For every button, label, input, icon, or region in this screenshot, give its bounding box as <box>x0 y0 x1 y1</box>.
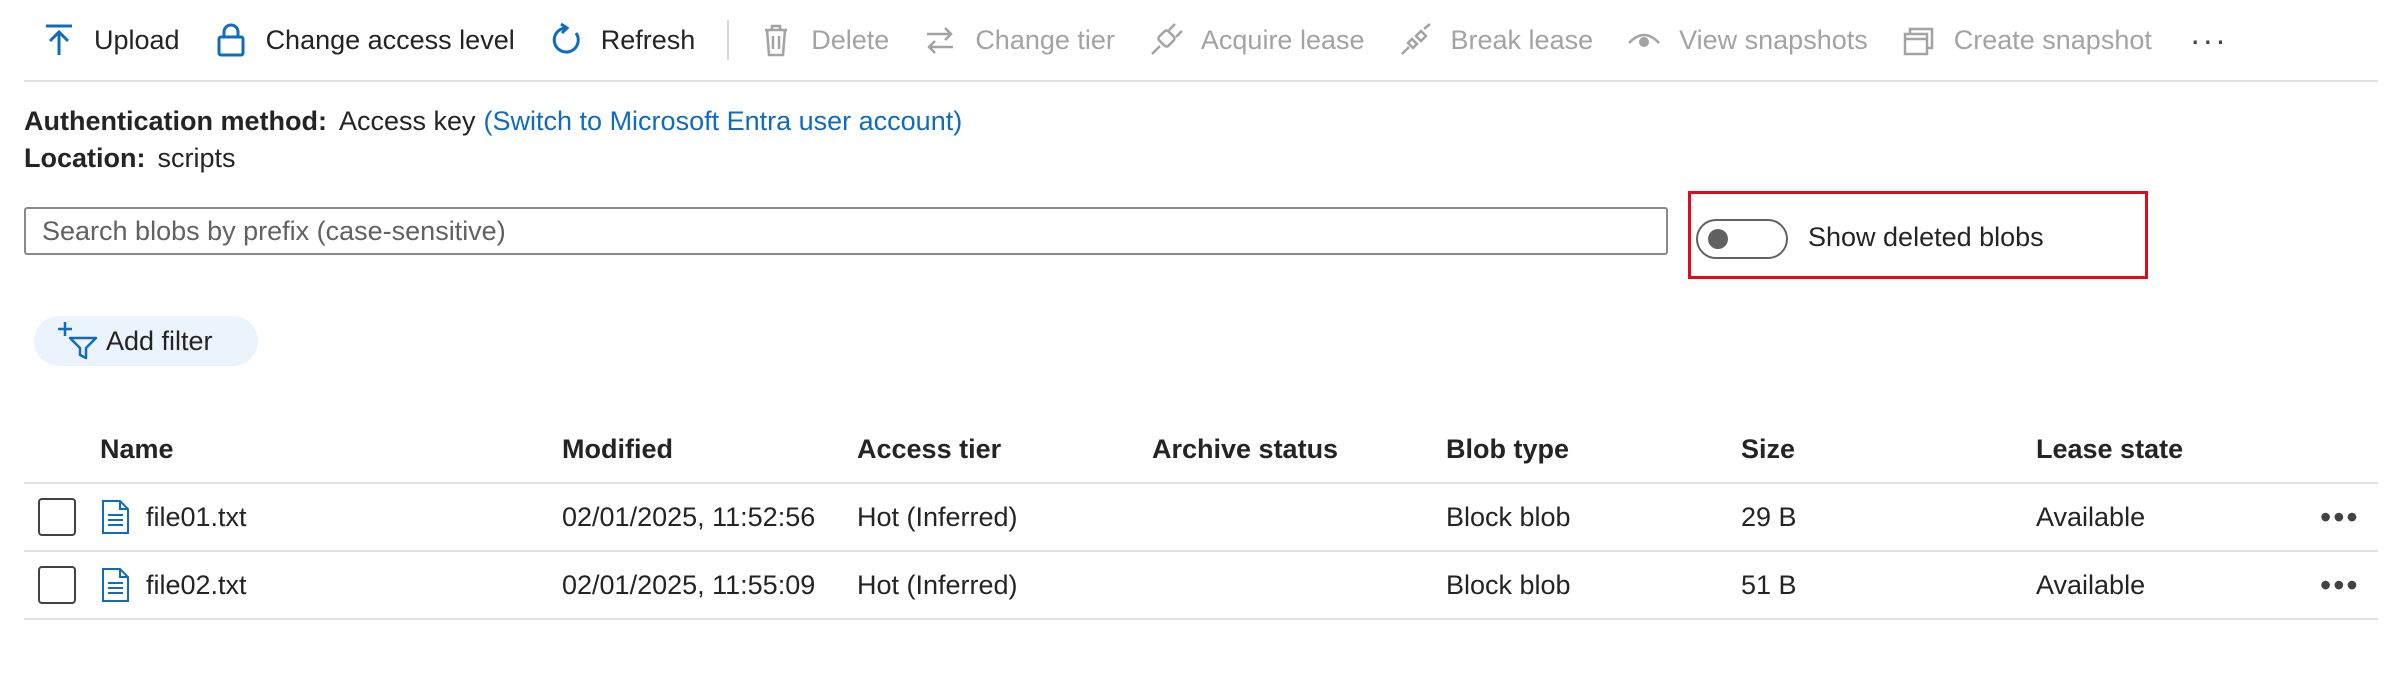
refresh-button[interactable]: Refresh <box>533 10 714 70</box>
toolbar-divider <box>727 20 730 60</box>
auth-method-value: Access key <box>338 106 476 136</box>
blob-type: Block blob <box>1446 569 1571 600</box>
table-row[interactable]: file02.txt 02/01/2025, 11:55:09 Hot (Inf… <box>24 552 2378 620</box>
location-line: Location: scripts <box>24 143 236 174</box>
row-more-actions-button[interactable]: ••• <box>2320 484 2360 550</box>
change-access-level-button[interactable]: Change access level <box>198 10 533 70</box>
create-snapshot-label: Create snapshot <box>1953 24 2152 55</box>
location-label: Location: <box>24 143 146 173</box>
delete-label: Delete <box>811 24 890 55</box>
upload-button[interactable]: Upload <box>24 10 198 70</box>
blob-name[interactable]: file01.txt <box>146 502 247 533</box>
change-access-level-label: Change access level <box>265 24 515 55</box>
blob-access-tier: Hot (Inferred) <box>857 501 1018 532</box>
add-filter-icon <box>58 322 98 360</box>
blob-type: Block blob <box>1446 501 1571 532</box>
show-deleted-blobs-label: Show deleted blobs <box>1808 222 2044 252</box>
blob-lease-state: Available <box>2036 569 2146 600</box>
create-snapshot-button[interactable]: Create snapshot <box>1886 10 2170 70</box>
unplug-icon <box>1397 21 1435 59</box>
snapshot-icon <box>1900 21 1938 59</box>
blob-table: Name Modified Access tier Archive status… <box>24 416 2378 620</box>
blob-modified: 02/01/2025, 11:55:09 <box>562 569 816 600</box>
break-lease-button[interactable]: Break lease <box>1383 10 1612 70</box>
toggle-knob <box>1708 229 1728 249</box>
table-row[interactable]: file01.txt 02/01/2025, 11:52:56 Hot (Inf… <box>24 484 2378 552</box>
blob-size: 29 B <box>1741 501 1797 532</box>
command-bar: Upload Change access level Refresh Delet… <box>24 0 2378 82</box>
plug-icon <box>1147 21 1185 59</box>
eye-icon <box>1625 21 1663 59</box>
text-file-icon <box>100 499 130 535</box>
swap-arrows-icon <box>921 21 959 59</box>
column-header-modified[interactable]: Modified <box>562 416 673 482</box>
lock-icon <box>212 21 250 59</box>
upload-icon <box>40 21 78 59</box>
column-header-access-tier[interactable]: Access tier <box>857 416 1001 482</box>
acquire-lease-button[interactable]: Acquire lease <box>1133 10 1383 70</box>
view-snapshots-button[interactable]: View snapshots <box>1611 10 1886 70</box>
trash-icon <box>757 21 795 59</box>
column-header-name[interactable]: Name <box>100 416 174 482</box>
break-lease-label: Break lease <box>1450 24 1594 55</box>
auth-method-line: Authentication method: Access key (Switch … <box>24 106 962 137</box>
row-checkbox[interactable] <box>38 498 76 536</box>
search-blobs-input[interactable] <box>24 207 1668 255</box>
column-header-size[interactable]: Size <box>1741 416 1795 482</box>
switch-auth-link[interactable]: (Switch to Microsoft Entra user account) <box>484 106 963 136</box>
row-checkbox[interactable] <box>38 566 76 604</box>
add-filter-button[interactable]: Add filter <box>34 316 258 366</box>
text-file-icon <box>100 567 130 603</box>
blob-access-tier: Hot (Inferred) <box>857 569 1018 600</box>
location-value: scripts <box>157 143 236 173</box>
acquire-lease-label: Acquire lease <box>1200 24 1365 55</box>
auth-method-label: Authentication method: <box>24 106 327 136</box>
blob-size: 51 B <box>1741 569 1797 600</box>
row-more-actions-button[interactable]: ••• <box>2320 552 2360 618</box>
refresh-icon <box>547 21 585 59</box>
refresh-label: Refresh <box>600 24 696 55</box>
view-snapshots-label: View snapshots <box>1679 24 1868 55</box>
add-filter-label: Add filter <box>106 325 213 356</box>
show-deleted-blobs-toggle[interactable] <box>1696 219 1788 259</box>
change-tier-button[interactable]: Change tier <box>907 10 1133 70</box>
column-header-lease-state[interactable]: Lease state <box>2036 416 2183 482</box>
column-header-blob-type[interactable]: Blob type <box>1446 416 1569 482</box>
delete-button[interactable]: Delete <box>743 10 907 70</box>
change-tier-label: Change tier <box>975 24 1115 55</box>
blob-modified: 02/01/2025, 11:52:56 <box>562 501 816 532</box>
upload-label: Upload <box>94 24 180 55</box>
blob-lease-state: Available <box>2036 501 2146 532</box>
table-header: Name Modified Access tier Archive status… <box>24 416 2378 484</box>
blob-name[interactable]: file02.txt <box>146 570 247 601</box>
column-header-archive-status[interactable]: Archive status <box>1152 416 1338 482</box>
more-commands-button[interactable]: ··· <box>2170 22 2248 59</box>
